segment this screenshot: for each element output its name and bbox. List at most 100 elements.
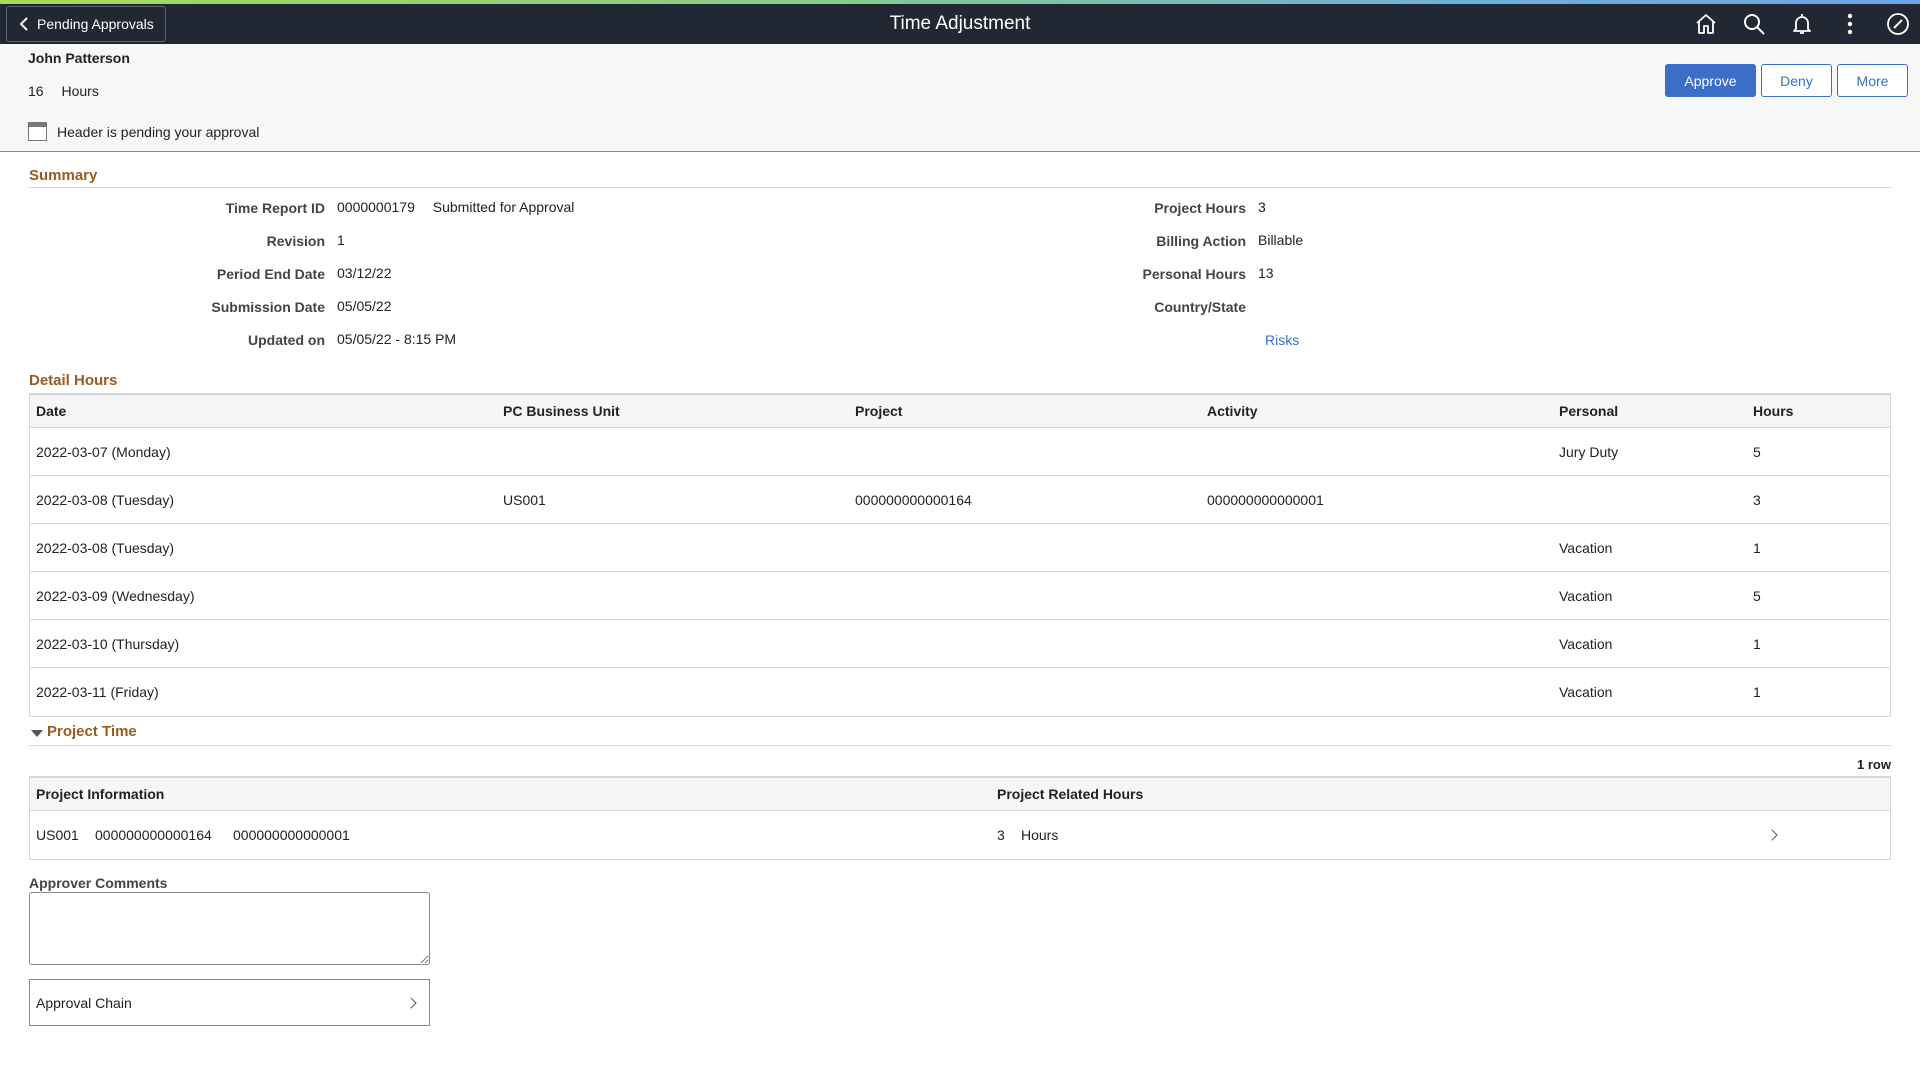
- summary-row-time-report-id: Time Report ID: [25, 199, 325, 217]
- detail-hours-header-row: Date PC Business Unit Project Activity P…: [30, 395, 1890, 428]
- summary-label: Personal Hours: [1142, 266, 1246, 282]
- table-row: 2022-03-11 (Friday) Vacation 1: [30, 668, 1890, 716]
- total-hours-unit: Hours: [61, 83, 99, 99]
- cell-hours: 3: [997, 827, 1005, 843]
- summary-label: Revision: [266, 233, 325, 249]
- cell-hours: 5: [1753, 588, 1761, 604]
- column-header-hours: Hours: [1753, 403, 1794, 419]
- navbar-button[interactable]: [1886, 12, 1910, 36]
- cell-project: 000000000000164: [95, 827, 212, 843]
- table-row: 2022-03-09 (Wednesday) Vacation 5: [30, 572, 1890, 620]
- approver-comments-label: Approver Comments: [29, 875, 168, 891]
- summary-row-period-end-date: Period End Date: [25, 265, 325, 283]
- more-button[interactable]: More: [1837, 64, 1908, 97]
- bell-icon: [1793, 14, 1811, 34]
- approval-chain-button[interactable]: Approval Chain: [29, 979, 430, 1026]
- approval-chain-label: Approval Chain: [36, 994, 132, 1011]
- summary-row-country-state: Country/State: [946, 298, 1246, 316]
- detail-hours-grid: Date PC Business Unit Project Activity P…: [29, 393, 1891, 717]
- page-title: Time Adjustment: [889, 13, 1031, 34]
- column-header-project: Project: [855, 403, 903, 419]
- approval-header: John Patterson 16 Hours Header is pendin…: [0, 44, 1920, 152]
- table-row: 2022-03-08 (Tuesday) US001 0000000000001…: [30, 476, 1890, 524]
- summary-row-revision: Revision: [25, 232, 325, 250]
- approve-button[interactable]: Approve: [1665, 64, 1756, 97]
- time-report-id: 0000000179: [337, 199, 415, 215]
- summary-title: Summary: [29, 167, 98, 184]
- table-row: 2022-03-07 (Monday) Jury Duty 5: [30, 428, 1890, 476]
- submission-date-value: 05/05/22: [337, 298, 392, 314]
- summary-label: Project Hours: [1154, 200, 1246, 216]
- pending-status: Header is pending your approval: [28, 122, 259, 141]
- cell-business-unit: US001: [36, 827, 79, 843]
- cell-personal: Vacation: [1559, 540, 1613, 556]
- project-time-title[interactable]: Project Time: [47, 723, 137, 740]
- summary-label: Submission Date: [211, 299, 325, 315]
- column-header-project-related-hours: Project Related Hours: [997, 786, 1144, 802]
- project-time-header-row: Project Information Project Related Hour…: [30, 778, 1890, 811]
- chevron-right-icon: [405, 997, 417, 1009]
- summary-label: Country/State: [1154, 299, 1246, 315]
- billing-action-value: Billable: [1258, 232, 1304, 248]
- cell-activity: 000000000000001: [233, 827, 350, 843]
- cell-project: 000000000000164: [855, 492, 972, 508]
- cell-date: 2022-03-07 (Monday): [36, 444, 171, 460]
- actions-menu-button[interactable]: [1838, 12, 1862, 36]
- cell-date: 2022-03-10 (Thursday): [36, 636, 180, 652]
- cell-date: 2022-03-11 (Friday): [36, 684, 159, 700]
- summary-row-submission-date: Submission Date: [25, 298, 325, 316]
- cell-date: 2022-03-08 (Tuesday): [36, 492, 175, 508]
- approver-comments-input[interactable]: [29, 892, 430, 965]
- cell-hours: 1: [1753, 684, 1761, 700]
- column-header-project-information: Project Information: [36, 786, 165, 802]
- employee-name: John Patterson: [28, 50, 130, 66]
- pending-text: Header is pending your approval: [57, 123, 260, 140]
- total-hours-value: 16: [28, 83, 44, 99]
- search-button[interactable]: [1742, 12, 1766, 36]
- period-end-date-value: 03/12/22: [337, 265, 392, 281]
- notifications-button[interactable]: [1790, 12, 1814, 36]
- summary-label: Updated on: [248, 332, 325, 348]
- cell-hours: 3: [1753, 492, 1761, 508]
- search-icon: [1744, 14, 1765, 35]
- summary-row-personal-hours: Personal Hours: [946, 265, 1246, 283]
- project-time-divider: [29, 745, 1891, 746]
- revision-value: 1: [337, 232, 345, 248]
- cell-personal: Jury Duty: [1559, 444, 1619, 460]
- summary-label: Time Report ID: [225, 200, 325, 216]
- table-row[interactable]: US001 000000000000164 000000000000001 3 …: [30, 811, 1890, 859]
- cell-date: 2022-03-09 (Wednesday): [36, 588, 195, 604]
- home-button[interactable]: [1694, 12, 1718, 36]
- cell-personal: Vacation: [1559, 684, 1613, 700]
- cell-date: 2022-03-08 (Tuesday): [36, 540, 175, 556]
- updated-on-value: 05/05/22 - 8:15 PM: [337, 331, 457, 347]
- summary-row-billing-action: Billing Action: [946, 232, 1246, 250]
- time-report-id-value: 0000000179 Submitted for Approval: [337, 199, 574, 215]
- project-time-grid: Project Information Project Related Hour…: [29, 776, 1891, 860]
- cell-hours-unit: Hours: [1021, 827, 1059, 843]
- collapse-triangle-icon[interactable]: [31, 730, 43, 737]
- table-row: 2022-03-08 (Tuesday) Vacation 1: [30, 524, 1890, 572]
- project-hours-value: 3: [1258, 199, 1266, 215]
- report-status: Submitted for Approval: [432, 199, 575, 215]
- row-count: 1 row: [1857, 757, 1891, 772]
- summary-row-project-hours: Project Hours: [946, 199, 1246, 217]
- summary-label: Period End Date: [216, 266, 325, 282]
- cell-pc-business-unit: US001: [503, 492, 546, 508]
- deny-button[interactable]: Deny: [1761, 64, 1832, 97]
- summary-label: Billing Action: [1156, 233, 1246, 249]
- compass-icon: [1887, 13, 1909, 35]
- employee-total-hours: 16 Hours: [28, 83, 99, 99]
- cell-hours: 5: [1753, 444, 1761, 460]
- summary-row-updated-on: Updated on: [25, 331, 325, 349]
- detail-hours-title: Detail Hours: [29, 372, 118, 389]
- column-header-activity: Activity: [1207, 403, 1258, 419]
- cell-personal: Vacation: [1559, 588, 1613, 604]
- table-row: 2022-03-10 (Thursday) Vacation 1: [30, 620, 1890, 668]
- column-header-pc-business-unit: PC Business Unit: [503, 403, 620, 419]
- top-banner: Pending Approvals Time Adjustment: [0, 4, 1920, 44]
- risks-link[interactable]: Risks: [1265, 332, 1299, 348]
- summary-divider: [29, 187, 1891, 188]
- cell-hours: 1: [1753, 540, 1761, 556]
- more-vertical-icon: [1847, 13, 1853, 35]
